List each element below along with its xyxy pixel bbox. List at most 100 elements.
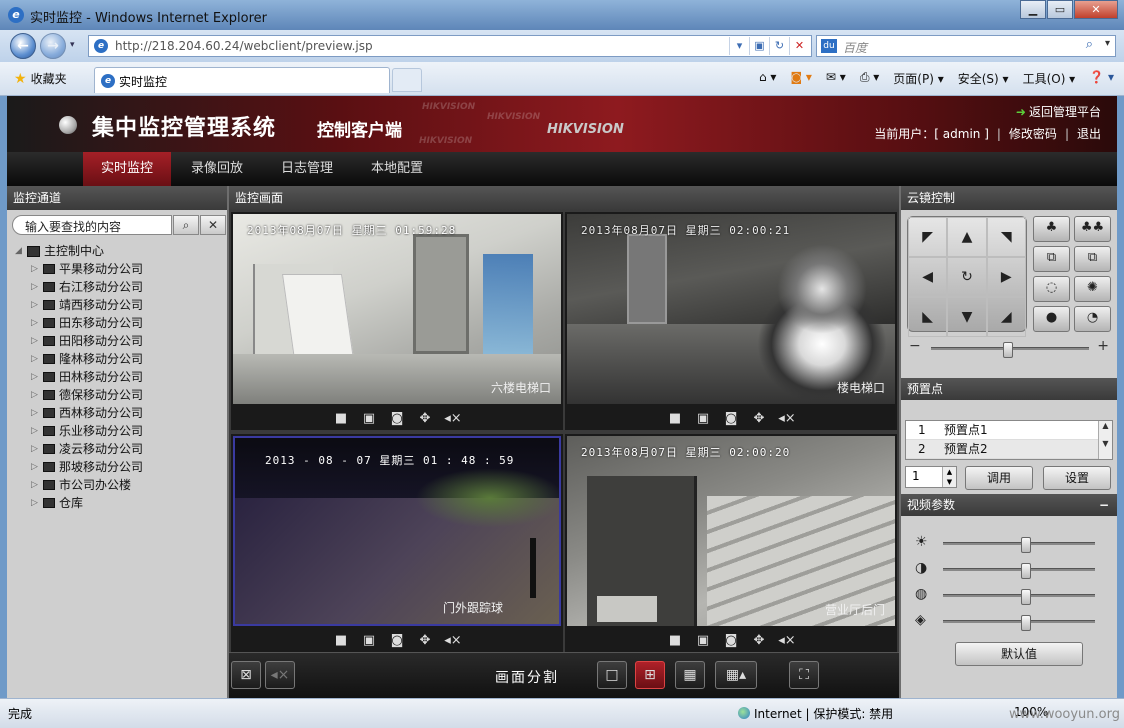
slider-thumb[interactable] bbox=[1021, 563, 1031, 579]
address-bar[interactable]: e http://218.204.60.24/webclient/preview… bbox=[88, 35, 812, 57]
stepper-arrows-icon[interactable]: ▲ ▼ bbox=[942, 467, 956, 487]
address-url[interactable]: http://218.204.60.24/webclient/preview.j… bbox=[115, 39, 373, 53]
zoom-out-icon[interactable]: ♣♣ bbox=[1074, 216, 1111, 242]
expand-icon[interactable]: ▷ bbox=[31, 476, 41, 494]
back-button[interactable]: ← bbox=[10, 33, 36, 59]
tree-node[interactable]: ▷ 平果移动分公司 bbox=[15, 260, 143, 278]
record-icon[interactable]: ▣ bbox=[360, 411, 378, 426]
forward-button[interactable]: → bbox=[40, 33, 66, 59]
expand-icon[interactable]: ▷ bbox=[31, 386, 41, 404]
preset-number-stepper[interactable]: 1 ▲ ▼ bbox=[905, 466, 957, 488]
favorites-button[interactable]: ★ 收藏夹 bbox=[14, 70, 67, 87]
minimize-button[interactable]: ▁ bbox=[1020, 0, 1046, 19]
home-icon[interactable]: ⌂ ▾ bbox=[759, 70, 776, 87]
collapse-icon[interactable]: ◢ bbox=[15, 242, 25, 260]
iris-open-icon[interactable]: ◌ bbox=[1033, 276, 1070, 302]
browser-tab[interactable]: e 实时监控 bbox=[94, 67, 390, 93]
menu-item-local-config[interactable]: 本地配置 bbox=[353, 152, 441, 186]
wiper-icon[interactable]: ◔ bbox=[1074, 306, 1111, 332]
help-icon[interactable]: ❓ ▾ bbox=[1089, 70, 1114, 87]
expand-icon[interactable]: ▷ bbox=[31, 494, 41, 512]
expand-icon[interactable]: ▷ bbox=[31, 314, 41, 332]
close-button[interactable]: ✕ bbox=[1074, 0, 1118, 19]
list-item[interactable]: 2 预置点2 bbox=[906, 440, 1112, 459]
ptz-down-right-icon[interactable]: ◢ bbox=[986, 297, 1026, 337]
record-icon[interactable]: ▣ bbox=[360, 633, 378, 648]
page-menu[interactable]: 页面(P) ▾ bbox=[893, 70, 943, 87]
stop-icon[interactable]: ■ bbox=[666, 411, 684, 426]
new-tab-button[interactable] bbox=[392, 68, 422, 92]
tree-node[interactable]: ▷ 凌云移动分公司 bbox=[15, 440, 143, 458]
video-cell[interactable]: 2013年08月07日 星期三 02:00:21 楼电梯口 ■ ▣ ◙ ✥ ◂× bbox=[565, 212, 897, 430]
plus-icon[interactable]: + bbox=[1097, 338, 1109, 354]
expand-icon[interactable]: ▷ bbox=[31, 440, 41, 458]
expand-icon[interactable]: ▷ bbox=[31, 350, 41, 368]
saturation-slider[interactable]: ◍ bbox=[915, 586, 1105, 605]
logout-link[interactable]: 退出 bbox=[1077, 127, 1101, 141]
light-icon[interactable]: ● bbox=[1033, 306, 1070, 332]
mute-icon[interactable]: ◂× bbox=[778, 411, 796, 426]
layout-more-icon[interactable]: ▦▴ bbox=[715, 661, 757, 689]
tree-node[interactable]: ▷ 靖西移动分公司 bbox=[15, 296, 143, 314]
tree-node[interactable]: ▷ 隆林移动分公司 bbox=[15, 350, 143, 368]
snapshot-icon[interactable]: ◙ bbox=[388, 633, 406, 648]
video-feed[interactable]: 2013年08月07日 星期三 02:00:21 楼电梯口 bbox=[567, 214, 895, 404]
list-item[interactable]: 1 预置点1 bbox=[906, 421, 1112, 440]
ptz-icon[interactable]: ✥ bbox=[416, 411, 434, 426]
maximize-button[interactable]: ▭ bbox=[1047, 0, 1073, 19]
snapshot-icon[interactable]: ◙ bbox=[388, 411, 406, 426]
fullscreen-icon[interactable]: ⛶ bbox=[789, 661, 819, 689]
contrast-slider[interactable]: ◑ bbox=[915, 560, 1105, 579]
tree-node[interactable]: ▷ 乐业移动分公司 bbox=[15, 422, 143, 440]
ptz-left-icon[interactable]: ◀ bbox=[908, 257, 948, 297]
slider-thumb[interactable] bbox=[1021, 589, 1031, 605]
search-box[interactable]: du 百度 ⌕ ▾ bbox=[816, 35, 1116, 57]
ptz-speed-slider[interactable]: − + bbox=[907, 338, 1111, 358]
layout-4-icon[interactable]: ⊞ bbox=[635, 661, 665, 689]
layout-1-icon[interactable]: □ bbox=[597, 661, 627, 689]
layout-9-icon[interactable]: ▦ bbox=[675, 661, 705, 689]
call-preset-button[interactable]: 调用 bbox=[965, 466, 1033, 490]
stop-icon[interactable]: ■ bbox=[332, 633, 350, 648]
iris-close-icon[interactable]: ✺ bbox=[1074, 276, 1111, 302]
set-preset-button[interactable]: 设置 bbox=[1043, 466, 1111, 490]
minus-icon[interactable]: − bbox=[909, 338, 921, 354]
compat-view-icon[interactable]: ▣ bbox=[749, 37, 769, 55]
brightness-slider[interactable]: ☀ bbox=[915, 534, 1105, 553]
ptz-up-left-icon[interactable]: ◤ bbox=[908, 217, 948, 257]
ptz-auto-icon[interactable]: ↻ bbox=[947, 257, 987, 297]
ptz-up-icon[interactable]: ▲ bbox=[947, 217, 987, 257]
stop-all-icon[interactable]: ⊠ bbox=[231, 661, 261, 689]
video-feed[interactable]: 2013年08月07日 星期三 01:59:28 六楼电梯口 bbox=[233, 214, 561, 404]
menu-item-live[interactable]: 实时监控 bbox=[83, 152, 171, 186]
menu-item-playback[interactable]: 录像回放 bbox=[173, 152, 261, 186]
tree-node[interactable]: ▷ 田林移动分公司 bbox=[15, 368, 143, 386]
search-icon[interactable]: ⌕ bbox=[173, 215, 199, 235]
snapshot-icon[interactable]: ◙ bbox=[722, 411, 740, 426]
record-icon[interactable]: ▣ bbox=[694, 633, 712, 648]
expand-icon[interactable]: ▷ bbox=[31, 368, 41, 386]
ptz-icon[interactable]: ✥ bbox=[750, 411, 768, 426]
stop-icon[interactable]: ■ bbox=[332, 411, 350, 426]
video-cell[interactable]: 2013 - 08 - 07 星期三 01 : 48 : 59 门外跟踪球 ■ ▣… bbox=[231, 434, 563, 652]
search-dropdown-icon[interactable]: ▾ bbox=[1105, 38, 1110, 49]
collapse-icon[interactable]: − bbox=[1099, 494, 1109, 516]
mute-icon[interactable]: ◂× bbox=[444, 633, 462, 648]
back-to-admin-link[interactable]: ➜ 返回管理平台 bbox=[1016, 103, 1101, 120]
expand-icon[interactable]: ▷ bbox=[31, 332, 41, 350]
video-cell[interactable]: 2013年08月07日 星期三 01:59:28 六楼电梯口 ■ ▣ ◙ ✥ ◂× bbox=[231, 212, 563, 430]
slider-thumb[interactable] bbox=[1021, 537, 1031, 553]
slider-thumb[interactable] bbox=[1003, 342, 1013, 358]
expand-icon[interactable]: ▷ bbox=[31, 278, 41, 296]
zoom-in-icon[interactable]: ♣ bbox=[1033, 216, 1070, 242]
safety-menu[interactable]: 安全(S) ▾ bbox=[958, 70, 1009, 87]
expand-icon[interactable]: ▷ bbox=[31, 296, 41, 314]
address-dropdown-icon[interactable]: ▾ bbox=[729, 37, 749, 55]
focus-near-icon[interactable]: ⧉ bbox=[1033, 246, 1070, 272]
video-feed[interactable]: 2013 - 08 - 07 星期三 01 : 48 : 59 门外跟踪球 bbox=[233, 436, 561, 626]
ptz-down-icon[interactable]: ▼ bbox=[947, 297, 987, 337]
channel-search-input[interactable]: 输入要查找的内容 bbox=[12, 215, 172, 235]
change-password-link[interactable]: 修改密码 bbox=[1009, 127, 1057, 141]
tree-root[interactable]: ◢ 主控制中心 bbox=[15, 242, 143, 260]
ptz-icon[interactable]: ✥ bbox=[750, 633, 768, 648]
